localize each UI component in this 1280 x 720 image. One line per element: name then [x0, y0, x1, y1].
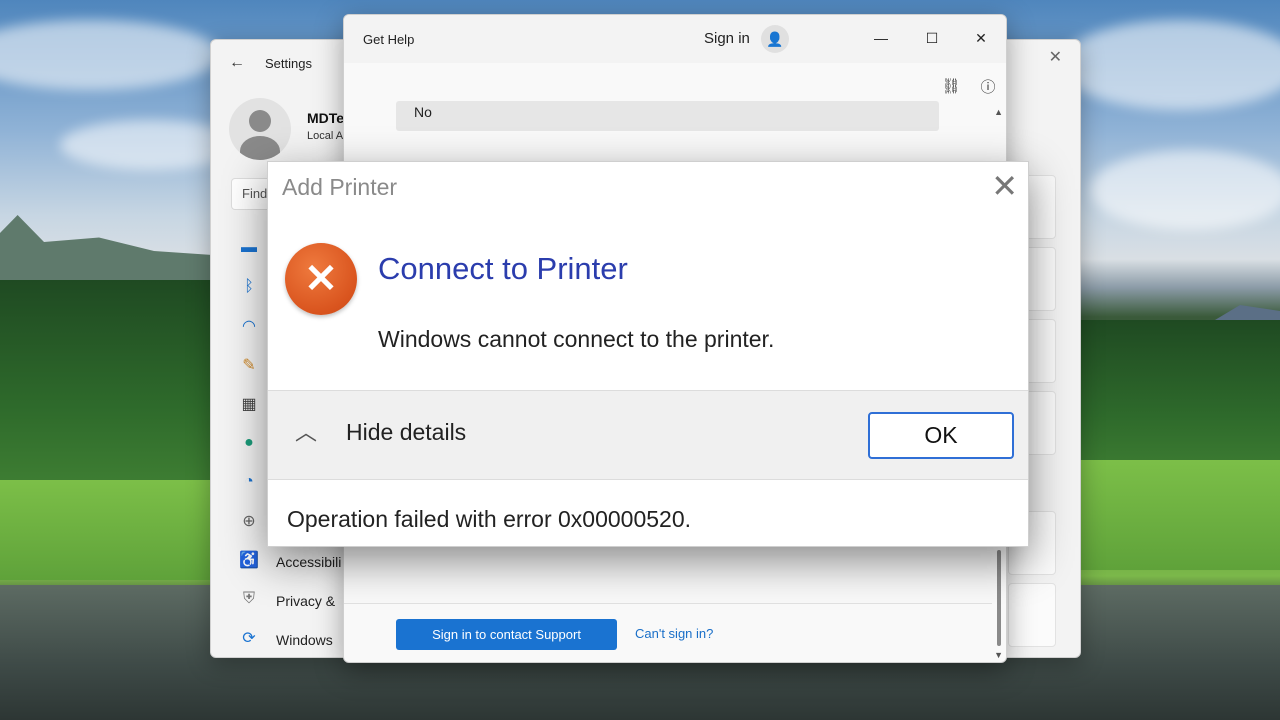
dialog-close-icon[interactable]: ✕ — [991, 168, 1018, 204]
nav-accessibility-label[interactable]: Accessibili — [276, 554, 341, 570]
dialog-title: Add Printer — [282, 174, 398, 200]
avatar[interactable] — [229, 98, 291, 160]
nav-windows-update-label[interactable]: Windows — [276, 632, 333, 648]
windows-update-icon[interactable]: ⟳ — [238, 627, 260, 649]
sign-in-to-contact-support-button[interactable]: Sign in to contact Support — [396, 619, 617, 650]
error-details-text: Operation failed with error 0x00000520. — [287, 506, 692, 532]
personalization-brush-icon[interactable]: ✎ — [238, 354, 260, 376]
dialog-heading: Connect to Printer — [378, 251, 628, 286]
get-help-title: Get Help — [363, 32, 415, 47]
accessibility-icon[interactable]: ♿ — [238, 549, 260, 571]
settings-title: Settings — [265, 56, 312, 71]
settings-close-icon[interactable]: ✕ — [1049, 47, 1062, 67]
hide-details-toggle[interactable]: Hide details — [346, 419, 466, 446]
cant-sign-in-link[interactable]: Can't sign in? — [635, 626, 713, 641]
sign-in-link[interactable]: Sign in — [704, 30, 750, 47]
info-icon[interactable]: ⓘ — [977, 75, 999, 97]
nav-privacy-label[interactable]: Privacy & — [276, 593, 335, 609]
dialog-message: Windows cannot connect to the printer. — [378, 326, 775, 352]
apps-icon[interactable]: ▦ — [238, 393, 260, 415]
scrollbar-thumb[interactable] — [997, 550, 1001, 646]
user-name: MDTe — [307, 110, 345, 126]
maximize-icon[interactable]: ☐ — [917, 23, 947, 53]
back-arrow-icon[interactable]: ← — [229, 54, 245, 72]
scroll-down-arrow-icon[interactable]: ▼ — [994, 650, 1003, 660]
person-icon[interactable]: 👤 — [761, 25, 789, 53]
bluetooth-icon[interactable]: ᛒ — [238, 276, 260, 298]
get-help-title-bar — [344, 15, 1006, 63]
user-account-type: Local A — [307, 130, 344, 142]
add-printer-dialog: Add Printer ✕ ✕ Connect to Printer Windo… — [267, 161, 1029, 547]
error-x-icon: ✕ — [285, 243, 357, 315]
settings-card[interactable] — [1008, 583, 1056, 647]
accounts-person-icon[interactable]: ● — [238, 432, 260, 454]
chevron-up-icon[interactable]: ︿ — [293, 418, 319, 445]
gaming-controller-icon[interactable]: ⊕ — [238, 510, 260, 532]
share-icon[interactable]: ⛓ — [940, 75, 962, 97]
answer-option-no[interactable]: No — [396, 101, 939, 131]
ok-button[interactable]: OK — [868, 412, 1014, 459]
privacy-shield-icon[interactable]: ⛨ — [238, 588, 260, 610]
scroll-up-arrow-icon[interactable]: ▲ — [994, 107, 1003, 117]
footer-divider — [344, 603, 992, 604]
minimize-icon[interactable]: — — [866, 23, 896, 53]
close-icon[interactable]: ✕ — [966, 23, 996, 53]
time-language-icon[interactable]: ◔ — [238, 471, 260, 493]
wifi-icon[interactable]: ◠ — [238, 315, 260, 337]
system-icon[interactable]: ▬ — [238, 237, 260, 259]
